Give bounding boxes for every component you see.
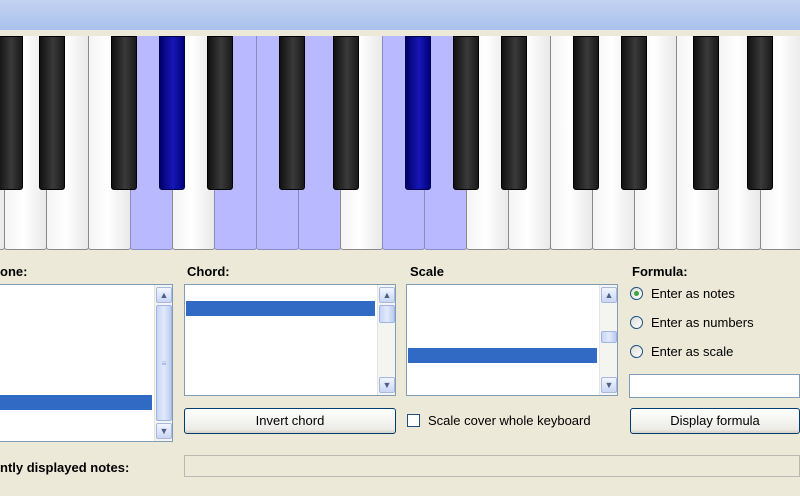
black-key[interactable] <box>573 36 599 190</box>
title-bar <box>0 0 800 30</box>
black-key[interactable] <box>747 36 773 190</box>
piano-keyboard[interactable] <box>0 36 800 252</box>
black-key[interactable] <box>0 36 23 190</box>
enter-as-scale-radio[interactable] <box>630 345 643 358</box>
black-key[interactable] <box>693 36 719 190</box>
scroll-thumb[interactable]: ≡ <box>156 305 172 421</box>
black-key[interactable] <box>159 36 185 190</box>
scroll-thumb[interactable] <box>379 305 395 323</box>
displayed-notes-label: ntly displayed notes: <box>0 460 130 475</box>
black-key[interactable] <box>621 36 647 190</box>
scroll-up-icon[interactable]: ▲ <box>156 287 172 303</box>
enter-as-scale-label: Enter as scale <box>651 344 734 359</box>
enter-as-notes-label: Enter as notes <box>651 286 735 301</box>
black-key[interactable] <box>207 36 233 190</box>
black-key[interactable] <box>279 36 305 190</box>
scale-label: Scale <box>410 264 444 279</box>
scroll-up-icon[interactable]: ▲ <box>601 287 617 303</box>
tone-label: one: <box>0 264 28 279</box>
chord-label: Chord: <box>187 264 230 279</box>
scroll-thumb[interactable] <box>601 331 617 343</box>
black-key[interactable] <box>111 36 137 190</box>
chord-selected-item[interactable] <box>186 301 375 316</box>
enter-as-numbers-radio[interactable] <box>630 316 643 329</box>
chord-scrollbar[interactable]: ▲ ▼ <box>377 285 395 395</box>
black-key[interactable] <box>333 36 359 190</box>
scroll-down-icon[interactable]: ▼ <box>156 423 172 439</box>
formula-input[interactable] <box>629 374 800 398</box>
chord-listbox[interactable]: ▲ ▼ <box>184 284 396 396</box>
scroll-down-icon[interactable]: ▼ <box>601 377 617 393</box>
tone-listbox[interactable]: ▲ ≡ ▼ <box>0 284 173 442</box>
black-key[interactable] <box>501 36 527 190</box>
enter-as-notes-radio[interactable] <box>630 287 643 300</box>
scroll-up-icon[interactable]: ▲ <box>379 287 395 303</box>
scale-cover-label: Scale cover whole keyboard <box>428 413 591 428</box>
black-key[interactable] <box>405 36 431 190</box>
scale-scrollbar[interactable]: ▲ ▼ <box>599 285 617 395</box>
invert-chord-button[interactable]: Invert chord <box>184 408 396 434</box>
scale-cover-checkbox[interactable] <box>407 414 420 427</box>
enter-as-numbers-label: Enter as numbers <box>651 315 754 330</box>
displayed-notes-field <box>184 455 800 477</box>
formula-label: Formula: <box>632 264 688 279</box>
scale-selected-item[interactable] <box>408 348 597 363</box>
display-formula-button[interactable]: Display formula <box>630 408 800 434</box>
black-key[interactable] <box>39 36 65 190</box>
scroll-down-icon[interactable]: ▼ <box>379 377 395 393</box>
scale-listbox[interactable]: ▲ ▼ <box>406 284 618 396</box>
tone-scrollbar[interactable]: ▲ ≡ ▼ <box>154 285 172 441</box>
tone-selected-item[interactable] <box>0 395 152 410</box>
black-key[interactable] <box>453 36 479 190</box>
